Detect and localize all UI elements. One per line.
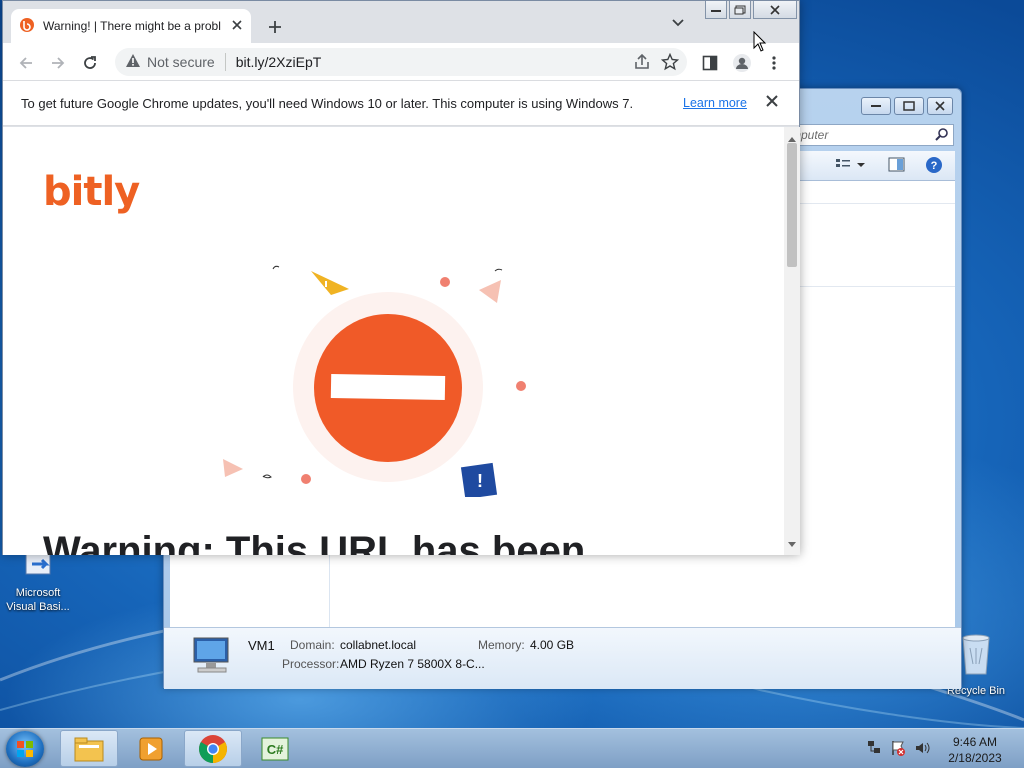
taskbar-media-player-button[interactable] xyxy=(122,730,180,767)
close-button[interactable] xyxy=(927,97,953,115)
share-icon[interactable] xyxy=(633,53,651,74)
minimize-icon xyxy=(711,9,721,12)
forward-button[interactable] xyxy=(47,52,69,74)
close-icon xyxy=(935,101,945,111)
side-panel-button[interactable] xyxy=(699,52,721,74)
preview-pane-icon[interactable] xyxy=(888,157,906,176)
side-panel-icon xyxy=(702,55,718,71)
close-button[interactable] xyxy=(753,1,797,19)
new-tab-button[interactable] xyxy=(263,15,287,39)
bookmark-star-icon[interactable] xyxy=(660,52,680,74)
restore-icon xyxy=(734,5,746,14)
chrome-window-controls xyxy=(705,1,797,19)
svg-text:?: ? xyxy=(931,160,938,172)
desktop-icon-visual-basic[interactable]: Microsoft Visual Basi... xyxy=(2,552,74,614)
chrome-menu-button[interactable] xyxy=(763,52,785,74)
volume-icon[interactable] xyxy=(914,739,930,760)
bitly-logo[interactable]: bitly xyxy=(43,169,140,215)
media-player-icon xyxy=(139,737,163,760)
windows-logo-icon xyxy=(17,741,33,757)
minimize-icon xyxy=(871,105,881,107)
visual-basic-shortcut-icon xyxy=(2,552,74,584)
bitly-favicon-icon xyxy=(19,17,35,36)
infobar-message: To get future Google Chrome updates, you… xyxy=(21,95,634,111)
mouse-cursor-icon xyxy=(753,31,767,52)
taskbar-clock[interactable]: 9:46 AM 2/18/2023 xyxy=(944,734,1006,766)
svg-text:C#: C# xyxy=(267,742,284,757)
chevron-down-icon xyxy=(672,19,684,27)
clock-date: 2/18/2023 xyxy=(948,751,1002,765)
update-infobar: To get future Google Chrome updates, you… xyxy=(3,81,799,126)
processor-label: Processor: xyxy=(282,657,340,671)
tab-close-icon[interactable] xyxy=(231,19,243,34)
tab-title: Warning! | There might be a probl xyxy=(43,19,221,33)
windows-explorer-icon xyxy=(74,737,104,761)
system-tray xyxy=(866,739,930,760)
csharp-icon: C# xyxy=(261,737,289,760)
tab-search-button[interactable] xyxy=(671,17,685,31)
scroll-down-icon[interactable] xyxy=(788,537,796,551)
omnibox-separator xyxy=(224,53,226,71)
taskbar-csharp-button[interactable]: C# xyxy=(246,730,304,767)
explorer-window-controls xyxy=(861,97,953,115)
reload-icon xyxy=(84,56,96,69)
divider xyxy=(786,286,955,287)
infobar-close-icon[interactable] xyxy=(765,94,779,111)
browser-toolbar: Not secure bit.ly/2XziEpT xyxy=(3,43,799,81)
page-scrollbar[interactable] xyxy=(784,127,800,555)
network-icon[interactable] xyxy=(866,739,882,760)
tab-strip: Warning! | There might be a probl xyxy=(3,1,799,43)
taskbar: C# 9:46 AM 2/18/2023 xyxy=(0,728,1024,768)
scrollbar-thumb[interactable] xyxy=(787,143,797,267)
warning-heading: Warning: This URL has been xyxy=(43,529,586,555)
blocked-url-illustration: ! xyxy=(223,265,526,497)
desktop-icon-label: Microsoft Visual Basi... xyxy=(6,587,70,613)
divider xyxy=(786,203,955,204)
reload-button[interactable] xyxy=(79,52,101,74)
start-button[interactable] xyxy=(6,731,44,767)
taskbar-explorer-button[interactable] xyxy=(60,730,118,767)
profile-avatar-icon xyxy=(733,54,751,72)
view-options-icon[interactable] xyxy=(835,157,865,176)
url-text[interactable]: bit.ly/2XziEpT xyxy=(236,54,322,70)
security-label[interactable]: Not secure xyxy=(147,54,215,70)
restore-button[interactable] xyxy=(729,1,751,19)
processor-value: AMD Ryzen 7 5800X 8-C... xyxy=(340,657,485,671)
back-button[interactable] xyxy=(15,52,37,74)
search-icon xyxy=(935,127,949,144)
svg-text:!: ! xyxy=(477,471,483,491)
maximize-icon xyxy=(903,101,915,111)
computer-icon xyxy=(188,636,234,679)
memory-value: 4.00 GB xyxy=(530,638,575,652)
computer-name: VM1 xyxy=(248,638,275,653)
arrow-right-icon xyxy=(52,57,65,69)
browser-tab-active[interactable]: Warning! | There might be a probl xyxy=(11,9,251,43)
arrow-left-icon xyxy=(19,57,32,69)
help-icon[interactable]: ? xyxy=(924,155,944,178)
plus-icon xyxy=(269,21,281,33)
minimize-button[interactable] xyxy=(705,1,727,19)
maximize-button[interactable] xyxy=(894,97,924,115)
chrome-window: Warning! | There might be a probl Not se… xyxy=(2,0,800,555)
explorer-search-input[interactable]: mputer xyxy=(784,124,954,146)
memory-label: Memory: xyxy=(478,638,525,652)
profile-button[interactable] xyxy=(731,52,753,74)
domain-value: collabnet.local xyxy=(340,638,417,652)
warning-triangle-icon[interactable] xyxy=(125,53,141,71)
minimize-button[interactable] xyxy=(861,97,891,115)
chrome-icon xyxy=(199,734,227,763)
learn-more-link[interactable]: Learn more xyxy=(683,96,747,110)
clock-time: 9:46 AM xyxy=(952,735,998,749)
more-vertical-icon xyxy=(772,56,776,70)
web-page-content: bitly ! Warning: This URL has been xyxy=(3,127,784,555)
taskbar-chrome-button[interactable] xyxy=(184,730,242,767)
explorer-details-pane: VM1 Domain: collabnet.local Memory: 4.00… xyxy=(164,627,961,689)
address-bar[interactable]: Not secure bit.ly/2XziEpT xyxy=(115,48,687,76)
domain-label: Domain: xyxy=(290,638,335,652)
action-center-flag-icon[interactable] xyxy=(890,739,906,760)
close-icon xyxy=(770,4,780,15)
